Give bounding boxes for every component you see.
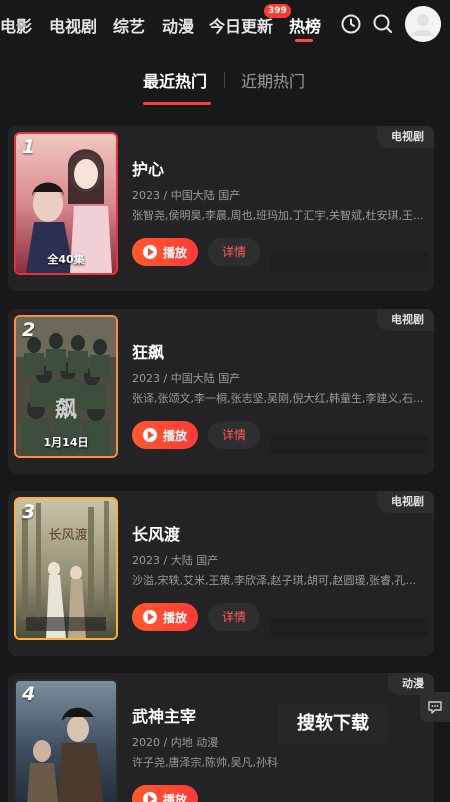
show-cast: 沙溢,宋轶,艾米,王策,李欣泽,赵子琪,胡可,赵圆瑗,张睿,孔... (132, 574, 416, 587)
play-icon (142, 792, 157, 802)
card-footer-strip (270, 252, 428, 272)
sub-tabs: 最近热门 近期热门 (0, 64, 450, 108)
rank-number: 3 (22, 501, 36, 523)
show-cast: 张智尧,侯明昊,李晨,周也,班玛加,丁汇宇,关智斌,杜安琪,王... (132, 209, 424, 222)
play-icon (142, 428, 157, 442)
feedback-button[interactable] (420, 692, 450, 722)
detail-button[interactable]: 详情 (208, 603, 260, 631)
top-nav: 电影 电视剧 综艺 动漫 今日更新 399 热榜 (0, 0, 450, 50)
svg-text:飙: 飙 (55, 398, 77, 423)
card-footer-strip (270, 435, 428, 455)
show-title[interactable]: 武神主宰 (132, 703, 196, 727)
category-tag: 电视剧 (377, 309, 434, 331)
list-item[interactable]: 电视剧 飙 2 1月14日 狂飙 2023 / 中国大陆 国产 张译,张颂文,李… (8, 309, 434, 474)
poster-image[interactable]: 飙 2 1月14日 (14, 315, 118, 458)
show-title[interactable]: 狂飙 (132, 339, 164, 363)
play-icon (142, 245, 157, 259)
show-cast: 许子尧,唐泽宗,陈帅,吴凡,孙科 (132, 756, 278, 769)
nav-active-indicator (295, 39, 313, 42)
detail-button[interactable]: 详情 (208, 238, 260, 266)
user-avatar[interactable] (405, 6, 441, 42)
nav-hot-list[interactable]: 热榜 (289, 13, 321, 37)
list-item[interactable]: 电视剧 1 全40集 护心 2023 / 中国大陆 国产 张智尧,侯明昊,李晨,… (8, 126, 434, 291)
category-tag: 电视剧 (377, 126, 434, 148)
rank-number: 4 (22, 683, 36, 705)
tab-divider (224, 72, 225, 88)
tab-period-hot[interactable]: 近期热门 (241, 68, 305, 92)
play-label: 播放 (162, 428, 187, 443)
show-title[interactable]: 护心 (132, 156, 164, 180)
nav-tv[interactable]: 电视剧 (49, 13, 97, 37)
rank-number: 2 (22, 319, 36, 341)
poster-image[interactable]: 1 全40集 (14, 132, 118, 275)
search-icon[interactable] (371, 12, 395, 36)
show-meta: 2023 / 中国大陆 国产 (132, 372, 241, 385)
play-button[interactable]: 播放 (132, 421, 198, 449)
play-label: 播放 (162, 792, 187, 802)
poster-image[interactable]: 4 (14, 679, 118, 802)
watermark: 搜软下载 (278, 705, 388, 743)
rank-number: 1 (22, 136, 36, 158)
history-icon[interactable] (339, 12, 363, 36)
play-button[interactable]: 播放 (132, 785, 198, 802)
tab-recent-hot[interactable]: 最近热门 (143, 68, 207, 92)
svg-text:长风渡: 长风渡 (48, 527, 87, 543)
show-meta: 2023 / 大陆 国产 (132, 554, 219, 567)
show-cast: 张译,张颂文,李一桐,张志坚,吴刚,倪大红,韩童生,李建义,石... (132, 392, 424, 405)
show-title[interactable]: 长风渡 (132, 521, 180, 545)
chat-icon (428, 701, 442, 714)
nav-today-updates[interactable]: 今日更新 (209, 13, 273, 37)
list-item[interactable]: 电视剧 长风渡 3 长风渡 2023 / 大陆 国产 沙溢,宋轶,艾米,王策,李… (8, 491, 434, 656)
poster-image[interactable]: 长风渡 3 (14, 497, 118, 640)
update-count-badge: 399 (264, 4, 291, 18)
show-meta: 2020 / 内地 动漫 (132, 736, 219, 749)
nav-anime[interactable]: 动漫 (162, 13, 194, 37)
category-tag: 电视剧 (377, 491, 434, 513)
nav-movies[interactable]: 电影 (0, 13, 32, 37)
card-footer-strip (270, 617, 428, 637)
detail-button[interactable]: 详情 (208, 421, 260, 449)
tab-active-indicator (143, 102, 211, 105)
play-label: 播放 (162, 610, 187, 625)
poster-caption: 1月14日 (43, 436, 89, 449)
nav-variety[interactable]: 综艺 (113, 13, 145, 37)
play-button[interactable]: 播放 (132, 603, 198, 631)
poster-caption: 全40集 (47, 253, 85, 266)
play-icon (142, 610, 157, 624)
play-label: 播放 (162, 245, 187, 260)
show-meta: 2023 / 中国大陆 国产 (132, 189, 241, 202)
play-button[interactable]: 播放 (132, 238, 198, 266)
